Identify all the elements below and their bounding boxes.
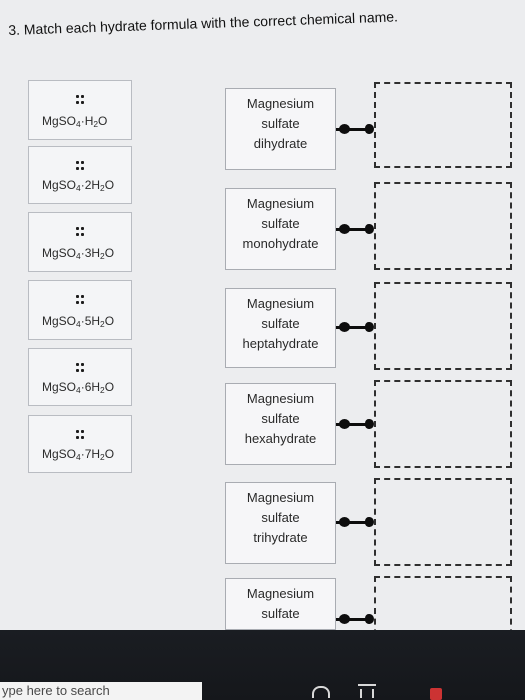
formula-tile-4[interactable]: MgSO4·5H2O xyxy=(28,280,132,340)
name-card-2: Magnesium sulfate monohydrate xyxy=(225,188,336,270)
question-text: Match each hydrate formula with the corr… xyxy=(23,8,399,38)
name-card-6: Magnesium sulfate xyxy=(225,578,336,630)
name-line: sulfate xyxy=(261,510,300,525)
app-icon[interactable] xyxy=(430,688,442,700)
name-line: sulfate xyxy=(261,216,300,231)
drop-zone-3[interactable] xyxy=(374,282,512,370)
formula-tile-6[interactable]: MgSO4·7H2O xyxy=(28,415,132,473)
formula-tile-5[interactable]: MgSO4·6H2O xyxy=(28,348,132,406)
name-line: Magnesium xyxy=(246,490,315,505)
drag-handle-icon[interactable] xyxy=(76,95,84,104)
name-line: hexahydrate xyxy=(244,431,317,446)
name-line: Magnesium xyxy=(246,196,315,211)
formula-label: MgSO4·2H2O xyxy=(42,177,115,193)
drop-zone-4[interactable] xyxy=(374,380,512,468)
formula-tile-3[interactable]: MgSO4·3H2O xyxy=(28,212,132,272)
formula-tile-1[interactable]: MgSO4·H2O xyxy=(28,80,132,140)
formula-label: MgSO4·5H2O xyxy=(42,313,115,329)
name-line: dihydrate xyxy=(253,136,308,151)
formula-label: MgSO4·7H2O xyxy=(42,446,115,462)
taskbar-search-input[interactable]: ype here to search xyxy=(0,682,202,700)
name-line: trihydrate xyxy=(253,530,308,545)
drop-zone-2[interactable] xyxy=(374,182,512,270)
drop-zone-1[interactable] xyxy=(374,82,512,168)
drag-handle-icon[interactable] xyxy=(76,227,84,236)
name-line: sulfate xyxy=(261,606,300,621)
connector-icon[interactable] xyxy=(336,419,376,429)
drag-handle-icon[interactable] xyxy=(76,295,84,304)
drag-handle-icon[interactable] xyxy=(76,161,84,170)
connector-icon[interactable] xyxy=(336,517,376,527)
name-line: Magnesium xyxy=(246,96,315,111)
drop-zone-5[interactable] xyxy=(374,478,512,566)
name-line: heptahydrate xyxy=(242,336,319,351)
name-line: Magnesium xyxy=(246,296,315,311)
task-view-icon[interactable] xyxy=(358,684,376,698)
drag-handle-icon[interactable] xyxy=(76,430,84,439)
drag-handle-icon[interactable] xyxy=(76,363,84,372)
name-card-3: Magnesium sulfate heptahydrate xyxy=(225,288,336,368)
formula-tile-2[interactable]: MgSO4·2H2O xyxy=(28,146,132,204)
connector-icon[interactable] xyxy=(336,322,376,332)
formula-label: MgSO4·3H2O xyxy=(42,245,115,261)
name-card-4: Magnesium sulfate hexahydrate xyxy=(225,383,336,465)
name-line: Magnesium xyxy=(246,586,315,601)
name-line: sulfate xyxy=(261,411,300,426)
formula-label: MgSO4·H2O xyxy=(42,113,108,129)
connector-icon[interactable] xyxy=(336,124,376,134)
cortana-icon[interactable] xyxy=(312,686,330,698)
name-card-5: Magnesium sulfate trihydrate xyxy=(225,482,336,564)
name-card-1: Magnesium sulfate dihydrate xyxy=(225,88,336,170)
question-number: 3. xyxy=(8,21,21,38)
name-line: sulfate xyxy=(261,316,300,331)
connector-icon[interactable] xyxy=(336,614,376,624)
connector-icon[interactable] xyxy=(336,224,376,234)
name-line: sulfate xyxy=(261,116,300,131)
question-prompt: 3. Match each hydrate formula with the c… xyxy=(8,8,398,38)
formula-label: MgSO4·6H2O xyxy=(42,379,115,395)
taskbar: ype here to search xyxy=(0,630,525,700)
name-line: Magnesium xyxy=(246,391,315,406)
name-line: monohydrate xyxy=(242,236,319,251)
